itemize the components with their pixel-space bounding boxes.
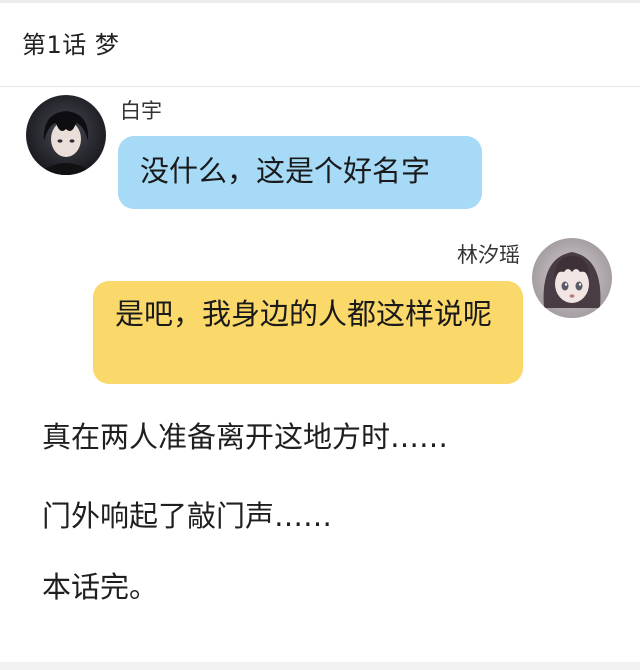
narration-line: 真在两人准备离开这地方时…… — [42, 420, 449, 454]
sender-name-left: 白宇 — [120, 99, 162, 123]
chapter-end-line: 本话完。 — [42, 570, 159, 604]
chat-bubble-left[interactable]: 没什么，这是个好名字 — [118, 136, 482, 209]
avatar-girl-bangs-icon[interactable] — [532, 238, 612, 318]
chapter-header: 第1话 梦 — [0, 3, 640, 87]
chapter-title: 第1话 梦 — [22, 31, 120, 59]
sender-name-right: 林汐瑶 — [457, 243, 520, 267]
chat-bubble-right[interactable]: 是吧，我身边的人都这样说呢 — [93, 281, 523, 384]
bottom-strip — [0, 662, 640, 670]
narration-line: 门外响起了敲门声…… — [42, 499, 333, 533]
avatar-boy-dark-hair-icon[interactable] — [26, 95, 106, 175]
